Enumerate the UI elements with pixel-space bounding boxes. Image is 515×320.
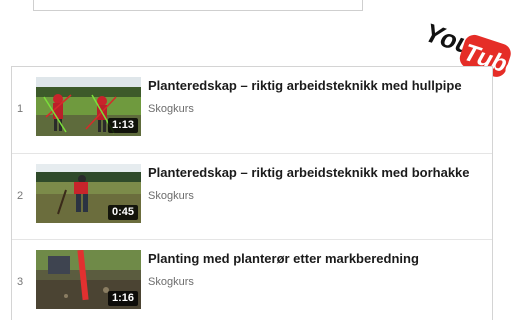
playlist: 1 1:13 Planteredskap – riktig arbeidstek…: [11, 66, 493, 320]
video-thumbnail[interactable]: 1:13: [36, 77, 141, 136]
item-index: 3: [17, 276, 24, 288]
top-panel-box: [33, 0, 363, 11]
channel-name[interactable]: Skogkurs: [148, 189, 194, 203]
video-duration: 0:45: [107, 205, 138, 220]
list-item[interactable]: 2 0:45 Planteredskap – riktig arbeidstek…: [12, 153, 492, 239]
video-title[interactable]: Planteredskap – riktig arbeidsteknikk me…: [148, 78, 488, 94]
video-duration: 1:13: [107, 118, 138, 133]
video-thumbnail[interactable]: 1:16: [36, 250, 141, 309]
video-title[interactable]: Planteredskap – riktig arbeidsteknikk me…: [148, 165, 488, 181]
video-title[interactable]: Planting med planterør etter markberedni…: [148, 251, 488, 267]
channel-name[interactable]: Skogkurs: [148, 102, 194, 116]
list-item[interactable]: 3 1:16 Planting med planterør etter mark…: [12, 239, 492, 320]
item-index: 1: [17, 103, 24, 115]
video-thumbnail[interactable]: 0:45: [36, 164, 141, 223]
item-index: 2: [17, 190, 24, 202]
video-duration: 1:16: [107, 291, 138, 306]
channel-name[interactable]: Skogkurs: [148, 275, 194, 289]
list-item[interactable]: 1 1:13 Planteredskap – riktig arbeidstek…: [12, 67, 492, 153]
